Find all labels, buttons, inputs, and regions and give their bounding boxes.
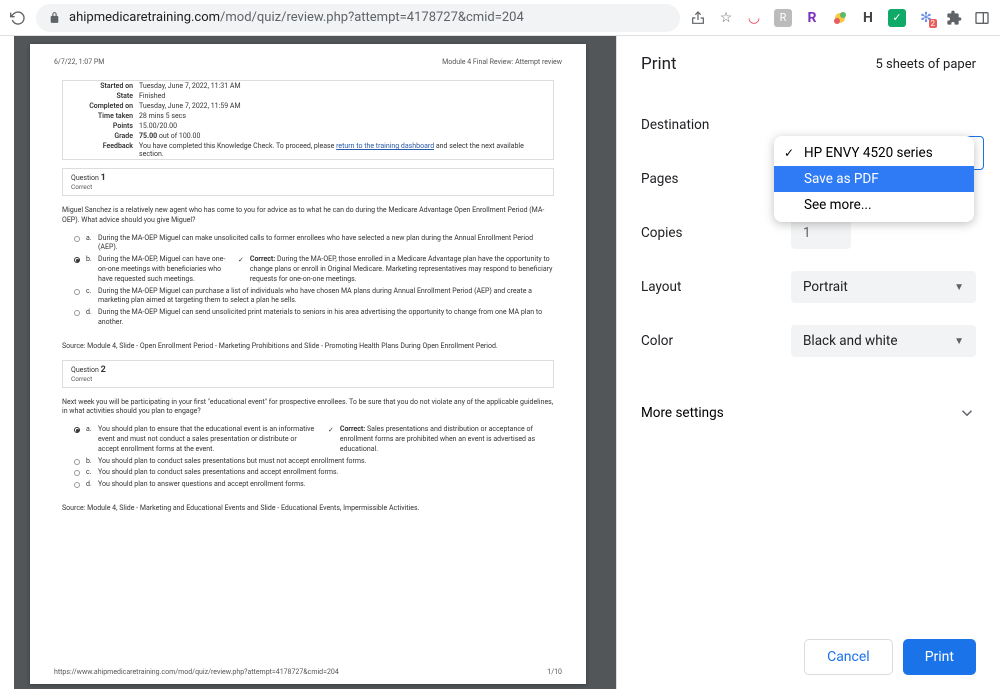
toolbar-icons: ☆ ◡ R R H ✓ ✻2 <box>690 9 990 27</box>
ext-icon-4[interactable]: ✻2 <box>918 10 934 26</box>
destination-dropdown: HP ENVY 4520 series Save as PDF See more… <box>774 136 974 222</box>
layout-label: Layout <box>641 279 791 295</box>
chevron-down-icon: ▼ <box>954 282 964 293</box>
address-bar[interactable]: ahipmedicaretraining.com/mod/quiz/review… <box>36 4 680 32</box>
sidepanel-icon[interactable] <box>974 10 990 26</box>
attempt-summary: Started onTuesday, June 7, 2022, 11:31 A… <box>62 80 554 160</box>
sheet-count: 5 sheets of paper <box>875 57 976 72</box>
lock-icon <box>48 11 61 24</box>
print-dialog: Print 5 sheets of paper Destination Page… <box>616 36 1000 689</box>
extensions-icon[interactable] <box>946 10 962 26</box>
layout-select[interactable]: Portrait▼ <box>791 271 976 303</box>
pocket-icon[interactable]: ◡ <box>746 10 762 26</box>
print-title: Print <box>641 54 677 74</box>
reload-icon[interactable] <box>10 10 26 26</box>
destination-option-hp[interactable]: HP ENVY 4520 series <box>774 140 974 166</box>
copies-label: Copies <box>641 225 791 241</box>
honey-icon[interactable]: H <box>860 10 876 26</box>
star-icon[interactable]: ☆ <box>718 10 734 26</box>
question-body-1: Miguel Sanchez is a relatively new agent… <box>62 206 554 328</box>
page-doc-title: Module 4 Final Review: Attempt review <box>442 58 562 66</box>
rakuten-icon[interactable]: R <box>804 10 820 26</box>
cancel-button[interactable]: Cancel <box>804 639 893 675</box>
pages-label: Pages <box>641 171 791 187</box>
ext-icon-1[interactable]: R <box>774 9 792 27</box>
preview-page: 6/7/22, 1:07 PM Module 4 Final Review: A… <box>30 44 586 684</box>
question-body-2: Next week you will be participating in y… <box>62 398 554 490</box>
print-button[interactable]: Print <box>903 639 976 675</box>
footer-url: https://www.ahipmedicaretraining.com/mod… <box>54 668 339 676</box>
browser-toolbar: ahipmedicaretraining.com/mod/quiz/review… <box>0 0 1000 36</box>
question-source-1: Source: Module 4, Slide - Open Enrollmen… <box>62 342 554 352</box>
ext-icon-3[interactable]: ✓ <box>888 9 906 27</box>
destination-label: Destination <box>641 117 791 133</box>
destination-option-pdf[interactable]: Save as PDF <box>774 166 974 192</box>
ext-icon-2[interactable] <box>832 10 848 26</box>
question-source-2: Source: Module 4, Slide - Marketing and … <box>62 504 554 514</box>
chevron-down-icon <box>958 404 976 422</box>
url-text: ahipmedicaretraining.com/mod/quiz/review… <box>69 10 668 25</box>
question-header-1: Question 1 Correct <box>62 168 554 196</box>
question-header-2: Question 2 Correct <box>62 360 554 388</box>
color-label: Color <box>641 333 791 349</box>
page-timestamp: 6/7/22, 1:07 PM <box>54 58 104 66</box>
color-select[interactable]: Black and white▼ <box>791 325 976 357</box>
chevron-down-icon: ▼ <box>954 336 964 347</box>
share-icon[interactable] <box>690 10 706 26</box>
destination-option-more[interactable]: See more... <box>774 192 974 218</box>
footer-pagenum: 1/10 <box>547 668 562 676</box>
more-settings-toggle[interactable]: More settings <box>617 386 1000 440</box>
print-preview-pane: 6/7/22, 1:07 PM Module 4 Final Review: A… <box>0 36 616 689</box>
